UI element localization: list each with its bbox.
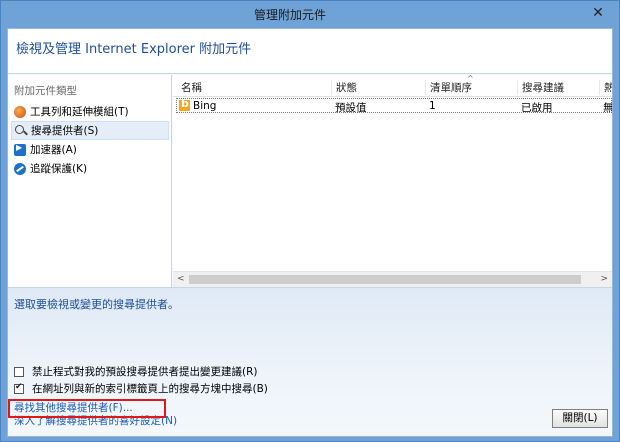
providers-list: 名稱 狀態 清單順序 ^ 搜尋建議 熱 Bing 預設值 1 已啟用 無 < > — [173, 74, 613, 287]
sort-ascending-icon: ^ — [467, 74, 474, 83]
cell-suggestions: 已啟用 — [521, 102, 553, 114]
cell-extra: 無 — [603, 102, 613, 114]
toolbar-icon — [14, 105, 26, 118]
search-icon — [15, 124, 27, 137]
sidebar-item-tracking-protection[interactable]: 追蹤保護(K) — [11, 159, 169, 178]
accelerator-icon — [14, 143, 26, 156]
sidebar-item-accelerators[interactable]: 加速器(A) — [11, 140, 169, 159]
sidebar-item-label: 工具列和延伸模組(T) — [30, 106, 129, 118]
horizontal-scrollbar[interactable]: < > — [173, 271, 612, 287]
addon-types-label: 附加元件類型 — [14, 85, 77, 97]
addon-types-pane: 附加元件類型 工具列和延伸模組(T) 搜尋提供者(S) 加速器(A) 追蹤保護(… — [8, 75, 172, 287]
prevent-suggestions-label: 禁止程式對我的預設搜尋提供者提出變更建議(R) — [32, 366, 258, 378]
prevent-suggestions-option[interactable]: 禁止程式對我的預設搜尋提供者提出變更建議(R) — [14, 364, 258, 379]
address-bar-search-checkbox[interactable] — [14, 382, 24, 394]
close-window-button[interactable]: ✕ — [583, 3, 613, 23]
scroll-right-icon[interactable]: > — [600, 274, 608, 284]
sidebar-item-toolbars[interactable]: 工具列和延伸模組(T) — [11, 102, 169, 121]
sidebar-item-label: 搜尋提供者(S) — [31, 125, 99, 137]
column-header-status[interactable]: 狀態 — [332, 80, 426, 95]
details-prompt: 選取要檢視或變更的搜尋提供者。 — [14, 298, 179, 311]
column-header-name[interactable]: 名稱 — [177, 80, 332, 95]
address-bar-search-option[interactable]: 在網址列與新的索引標籤頁上的搜尋方塊中搜尋(B) — [14, 381, 268, 396]
cell-name: Bing — [193, 100, 217, 112]
table-row[interactable]: Bing 預設值 1 已啟用 無 — [176, 97, 613, 114]
column-header-suggestions[interactable]: 搜尋建議 — [518, 80, 600, 95]
dialog-body: 檢視及管理 Internet Explorer 附加元件 附加元件類型 工具列和… — [7, 28, 613, 437]
window-title: 管理附加元件 — [253, 8, 326, 22]
address-bar-search-label: 在網址列與新的索引標籤頁上的搜尋方塊中搜尋(B) — [32, 383, 268, 395]
scrollbar-thumb[interactable] — [189, 275, 581, 284]
bing-icon — [179, 97, 190, 111]
sidebar-item-label: 追蹤保護(K) — [30, 163, 88, 175]
close-button[interactable]: 關閉(L) — [552, 409, 608, 428]
sidebar-item-label: 加速器(A) — [30, 144, 77, 156]
tracking-protection-icon — [14, 162, 26, 175]
title-bar[interactable]: 管理附加元件 ✕ — [1, 1, 619, 27]
cell-status: 預設值 — [335, 102, 367, 114]
dialog-header: 檢視及管理 Internet Explorer 附加元件 — [8, 29, 612, 74]
scroll-left-icon[interactable]: < — [177, 274, 185, 284]
prevent-suggestions-checkbox[interactable] — [14, 366, 24, 377]
sidebar-item-search-providers[interactable]: 搜尋提供者(S) — [11, 121, 169, 140]
column-headers: 名稱 狀態 清單順序 ^ 搜尋建議 熱 — [173, 74, 612, 97]
cell-order: 1 — [429, 100, 436, 112]
column-header-extra[interactable]: 熱 — [600, 80, 612, 95]
manage-addons-window: 管理附加元件 ✕ 檢視及管理 Internet Explorer 附加元件 附加… — [0, 0, 620, 442]
page-heading: 檢視及管理 Internet Explorer 附加元件 — [16, 42, 252, 57]
highlight-annotation — [8, 399, 166, 418]
